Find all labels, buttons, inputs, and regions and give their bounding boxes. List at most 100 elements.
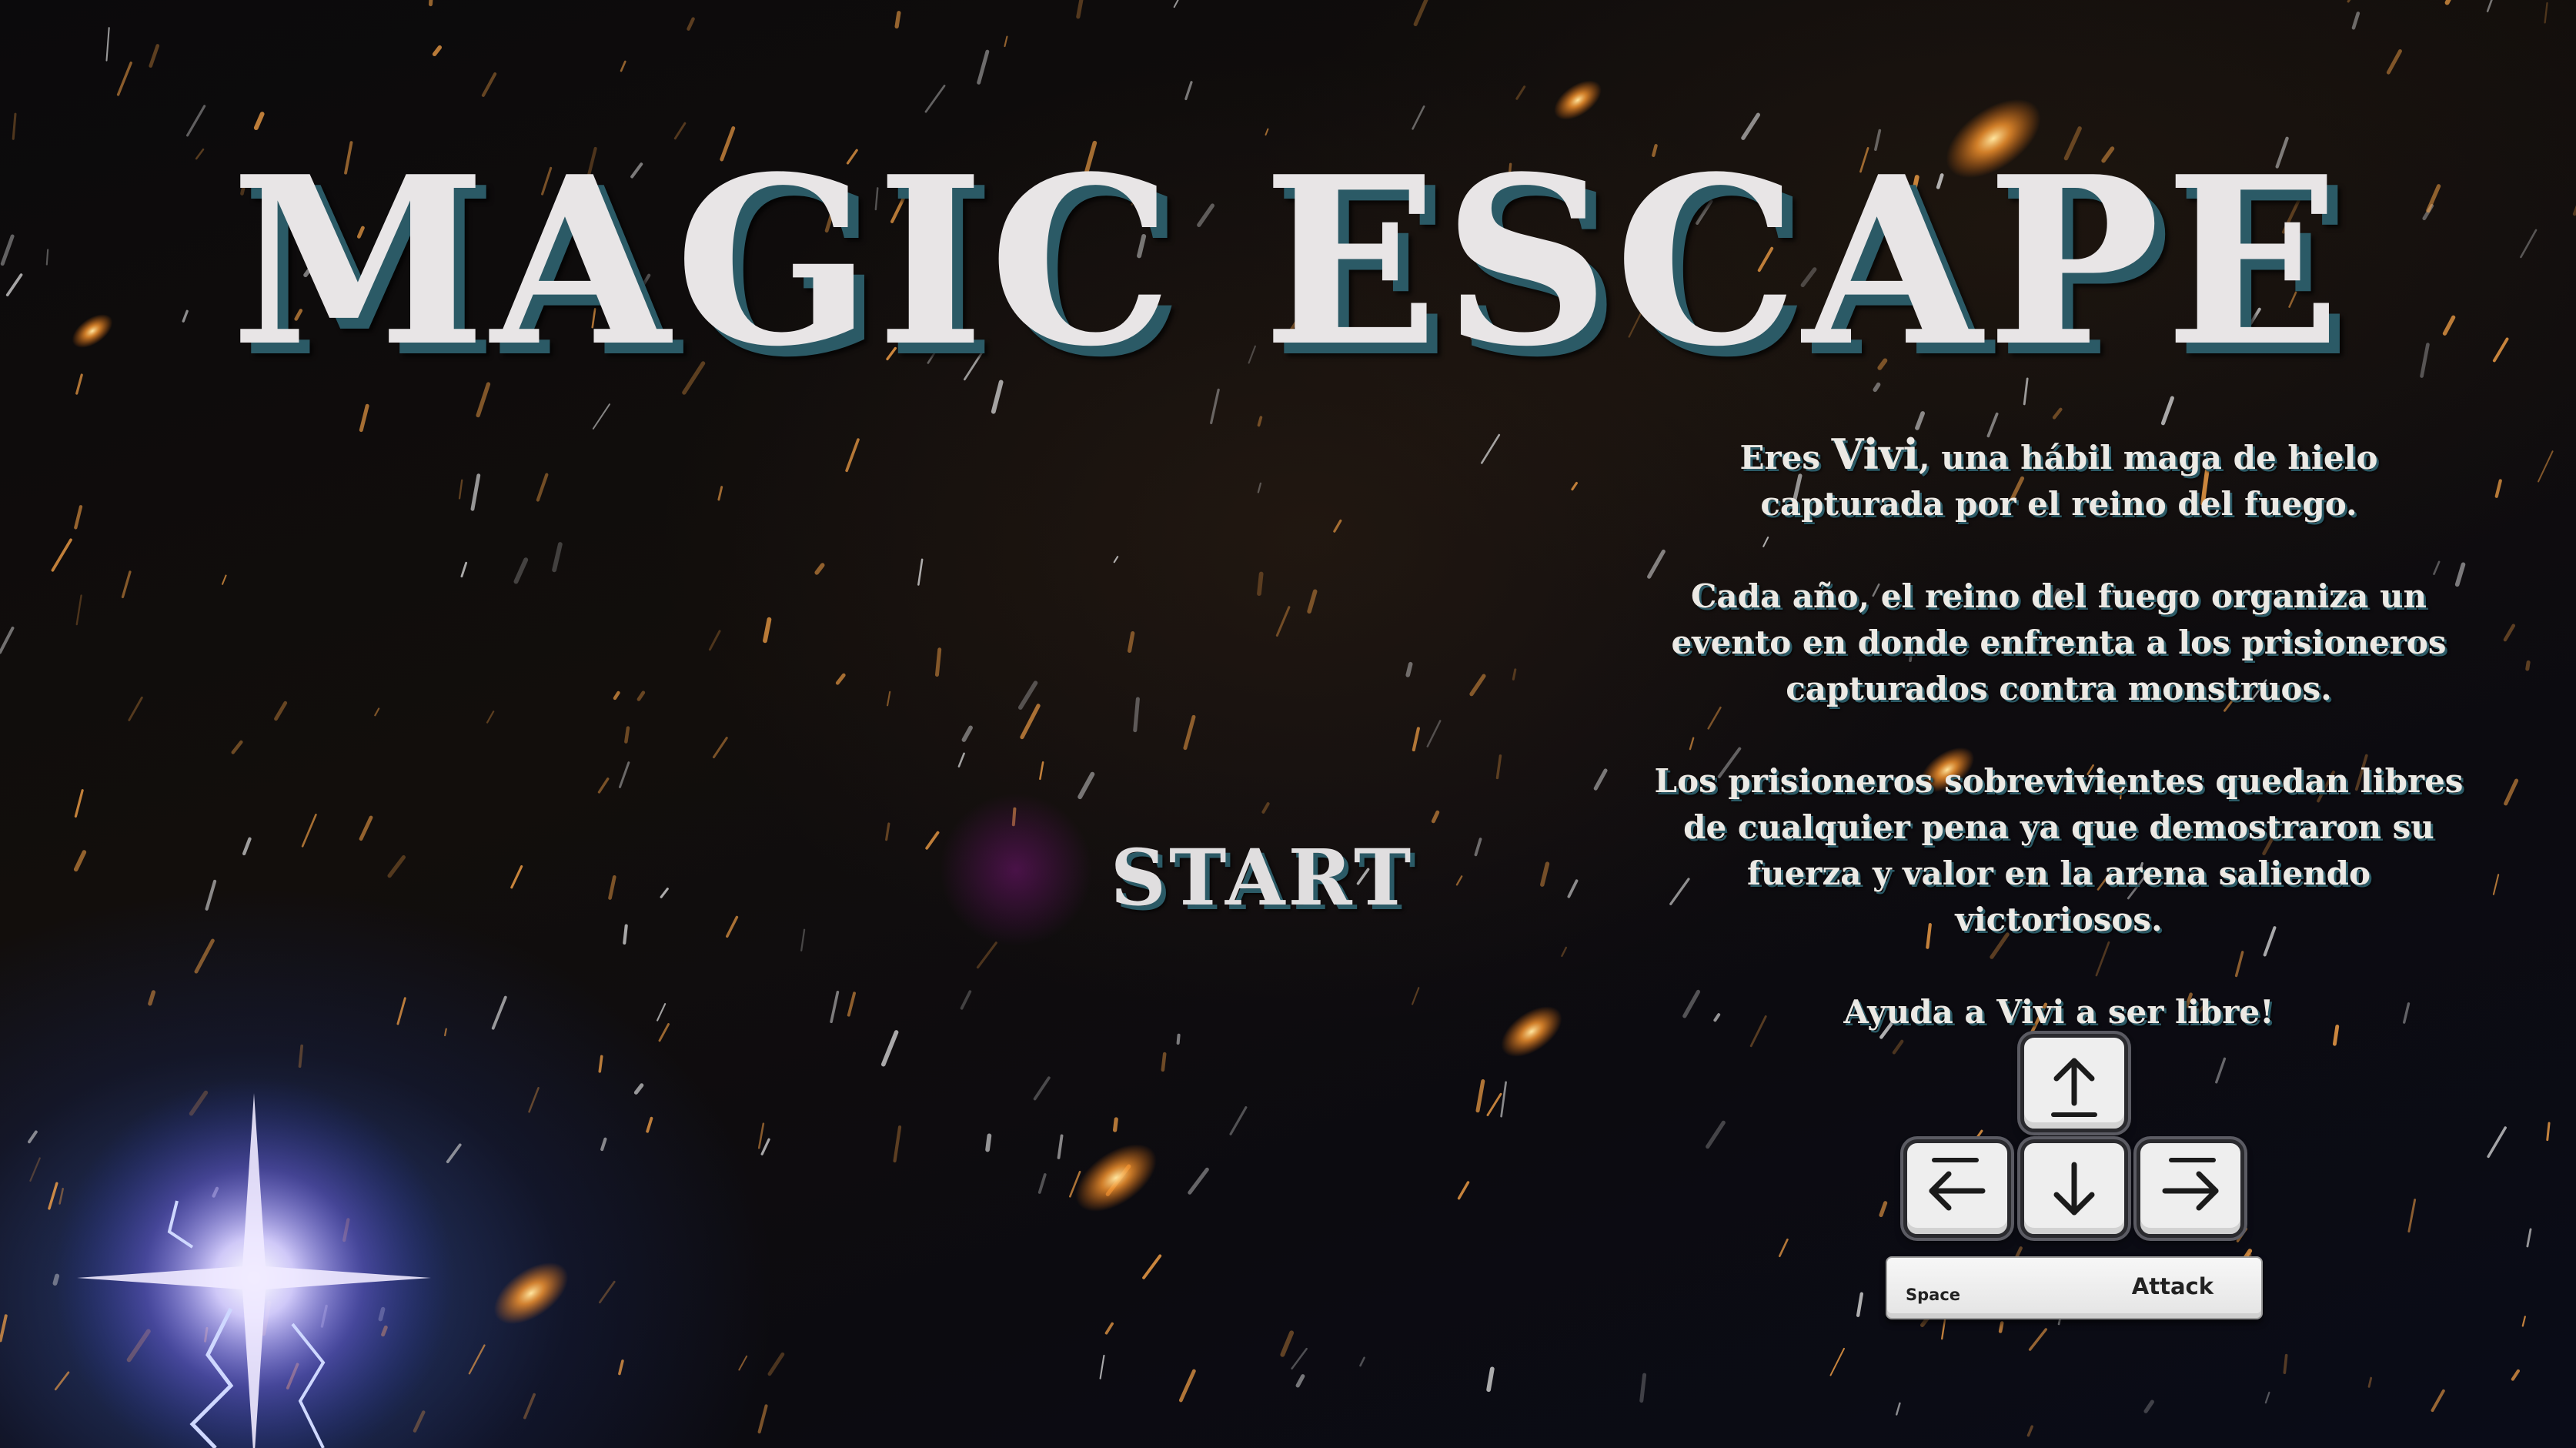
spark-streak — [1291, 1347, 1308, 1370]
spark-streak — [2347, 0, 2351, 3]
space-key-label: Space — [1906, 1286, 1961, 1304]
spark-streak — [1593, 768, 1608, 791]
spark-streak — [2215, 1057, 2227, 1084]
spark-streak — [1307, 589, 1318, 614]
spark-streak — [458, 479, 463, 500]
spark-streak — [1469, 674, 1486, 697]
game-title-screen: MAGIC ESCAPE START Eres Vivi, una hábil … — [0, 0, 2576, 1448]
spark-streak — [985, 1133, 992, 1152]
spark-streak — [880, 1030, 899, 1067]
arrow-down-key — [2020, 1139, 2128, 1238]
spark-streak — [1829, 1347, 1845, 1376]
spark-streak — [510, 865, 523, 889]
spark-streak — [74, 789, 84, 818]
spark-streak — [660, 888, 669, 898]
story-paragraph-1: Eres Vivi, una hábil maga de hielo captu… — [1647, 431, 2471, 527]
spark-streak — [242, 837, 252, 856]
spark-streak — [1229, 1106, 1248, 1135]
spark-streak — [1257, 571, 1264, 597]
spark-streak — [623, 924, 628, 945]
story-text: Eres Vivi, una hábil maga de hielo captu… — [1647, 431, 2471, 1035]
spark-streak — [835, 673, 846, 685]
spark-streak — [491, 995, 507, 1030]
spark-streak — [73, 850, 87, 872]
spark-streak — [1017, 681, 1038, 710]
spark-streak — [977, 49, 990, 85]
spark-streak — [2026, 1425, 2033, 1437]
spark-streak — [2521, 1316, 2526, 1327]
spark-streak — [194, 938, 215, 974]
spark-streak — [1639, 1373, 1647, 1403]
spark-streak — [1706, 1120, 1726, 1149]
spark-streak — [387, 854, 406, 878]
spark-streak — [1561, 946, 1568, 958]
spark-glow — [1501, 1006, 1562, 1057]
spark-streak — [814, 563, 825, 575]
spark-streak — [845, 438, 860, 473]
spark-streak — [2283, 1353, 2288, 1374]
spark-streak — [2264, 1391, 2270, 1404]
spark-streak — [894, 11, 901, 29]
arrow-up-icon — [2051, 1058, 2097, 1117]
spark-streak — [481, 72, 497, 97]
spark-streak — [1941, 1319, 1946, 1340]
spark-streak — [0, 626, 15, 654]
spark-streak — [274, 701, 288, 721]
spark-streak — [2492, 874, 2500, 895]
spark-streak — [1113, 556, 1119, 563]
spark-streak — [2431, 1389, 2445, 1413]
arrow-up-key — [2020, 1034, 2128, 1132]
spark-streak — [1457, 1181, 1470, 1200]
spark-streak — [1112, 1117, 1118, 1132]
spark-streak — [598, 1280, 616, 1304]
arrow-left-key — [1903, 1139, 2011, 1238]
spark-streak — [2143, 1400, 2154, 1413]
spark-streak — [2444, 0, 2451, 5]
spark-streak — [1257, 416, 1263, 427]
spark-streak — [830, 991, 840, 1024]
spark-streak — [1571, 481, 1579, 491]
spark-streak — [528, 1087, 540, 1113]
spark-streak — [624, 726, 630, 744]
spark-streak — [1184, 81, 1193, 101]
spark-streak — [633, 1083, 644, 1095]
spark-streak — [925, 831, 940, 850]
spark-streak — [74, 505, 83, 530]
spark-streak — [800, 928, 806, 951]
spark-streak — [513, 557, 529, 584]
story-paragraph-2: Cada año, el reino del fuego organiza un… — [1671, 577, 2447, 707]
spark-streak — [620, 60, 626, 72]
spark-streak — [149, 44, 160, 68]
story-p1-before: Eres — [1739, 439, 1832, 477]
spark-streak — [2526, 1228, 2532, 1248]
spark-streak — [847, 992, 856, 1017]
spark-streak — [1176, 1033, 1181, 1045]
spark-streak — [613, 691, 620, 701]
spark-streak — [2386, 48, 2402, 75]
spark-streak — [54, 1371, 70, 1391]
spark-streak — [935, 647, 942, 677]
spark-streak — [1512, 668, 1517, 681]
game-title: MAGIC ESCAPE — [230, 125, 2346, 397]
spark-streak — [767, 1352, 785, 1376]
spark-streak — [2494, 479, 2502, 498]
spark-streak — [523, 1393, 536, 1420]
spark-streak — [2407, 1199, 2417, 1233]
spark-streak — [470, 473, 481, 511]
spark-streak — [1188, 1167, 1209, 1195]
spark-glow — [1554, 80, 1602, 120]
spark-streak — [1475, 1078, 1485, 1113]
spark-streak — [885, 822, 890, 841]
spark-streak — [1280, 1330, 1295, 1357]
spark-streak — [1257, 482, 1262, 493]
spark-streak — [552, 542, 563, 573]
start-button[interactable]: START — [1024, 824, 1501, 931]
spark-streak — [48, 1182, 58, 1210]
spark-streak — [608, 874, 616, 900]
spark-streak — [924, 85, 946, 113]
spark-streak — [2546, 1122, 2551, 1142]
lightning-flare — [54, 1078, 454, 1448]
spark-glow — [493, 1262, 569, 1325]
spark-streak — [657, 1003, 667, 1022]
spark-streak — [598, 1055, 603, 1073]
